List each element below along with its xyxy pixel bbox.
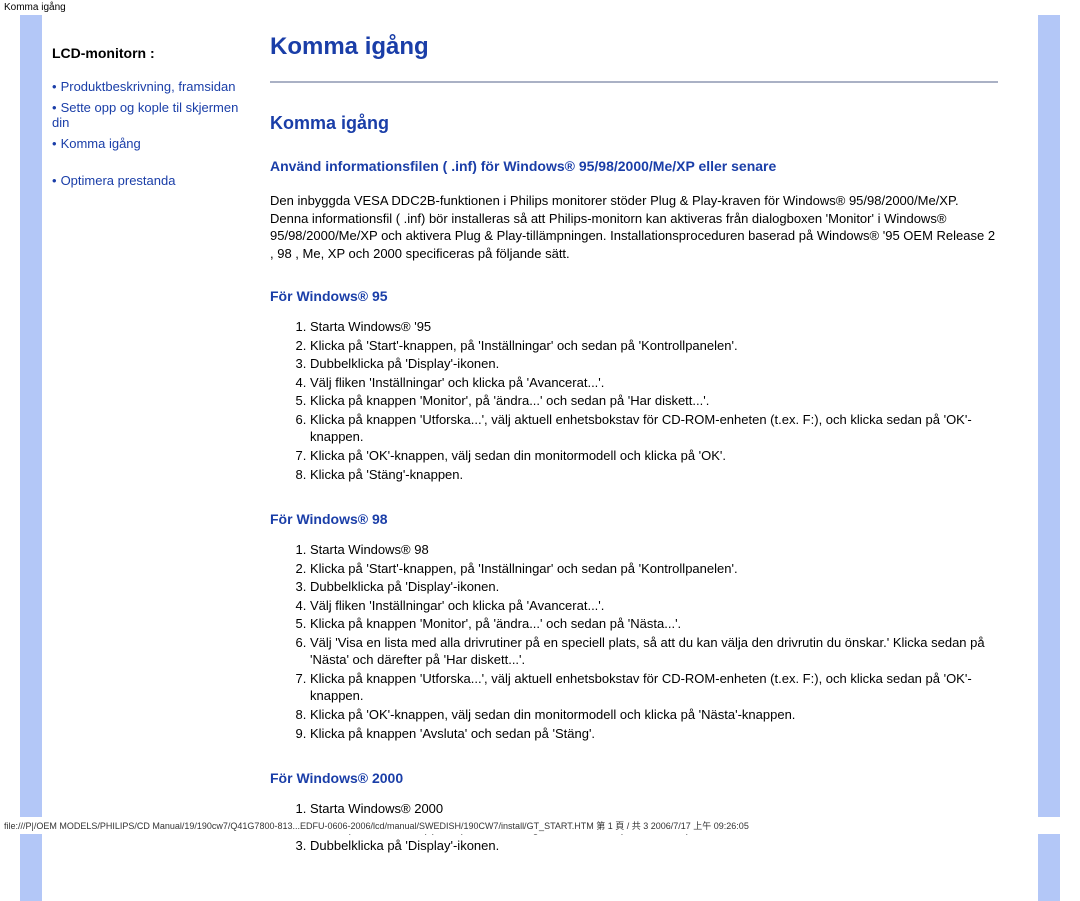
step-item: Klicka på knappen 'Avsluta' och sedan på…	[310, 725, 998, 743]
step-item: Välj 'Visa en lista med alla drivrutiner…	[310, 634, 998, 669]
right-accent-bar	[1038, 15, 1060, 901]
section-title: Komma igång	[270, 113, 998, 134]
page-title: Komma igång	[270, 33, 998, 61]
step-item: Starta Windows® '95	[310, 318, 998, 336]
sidebar-link-optimera[interactable]: Optimera prestanda	[61, 173, 176, 188]
footer-file-path: file:///P|/OEM MODELS/PHILIPS/CD Manual/…	[0, 817, 1080, 834]
left-accent-bar	[20, 15, 42, 901]
bullet-icon: •	[52, 136, 57, 151]
step-item: Klicka på knappen 'Utforska...', välj ak…	[310, 670, 998, 705]
windows-95-section: För Windows® 95 Starta Windows® '95 Klic…	[270, 288, 998, 483]
header-breadcrumb: Komma igång	[0, 0, 1080, 15]
sidebar-spacer	[52, 157, 252, 167]
step-item: Klicka på knappen 'Monitor', på 'ändra..…	[310, 615, 998, 633]
step-item: Dubbelklicka på 'Display'-ikonen.	[310, 355, 998, 373]
bullet-icon: •	[52, 79, 57, 94]
windows-2000-section: För Windows® 2000 Starta Windows® 2000 K…	[270, 770, 998, 855]
step-item: Starta Windows® 2000	[310, 800, 998, 818]
sidebar-heading: LCD-monitorn :	[52, 45, 252, 61]
sidebar-item: • Komma igång	[52, 136, 252, 151]
bullet-icon: •	[52, 173, 57, 188]
sidebar-link-komma-igang[interactable]: Komma igång	[61, 136, 141, 151]
step-item: Starta Windows® 98	[310, 541, 998, 559]
bullet-icon: •	[52, 100, 57, 115]
step-item: Klicka på 'Start'-knappen, på 'Inställni…	[310, 560, 998, 578]
sidebar-item: • Optimera prestanda	[52, 173, 252, 188]
sidebar: LCD-monitorn : • Produktbeskrivning, fram…	[42, 15, 262, 901]
step-item: Dubbelklicka på 'Display'-ikonen.	[310, 578, 998, 596]
page-body: LCD-monitorn : • Produktbeskrivning, fram…	[0, 15, 1080, 901]
sidebar-nav: •Produktbeskrivning, framsidan •Sette op…	[52, 79, 252, 188]
step-item: Klicka på 'Start'-knappen, på 'Inställni…	[310, 337, 998, 355]
windows-98-section: För Windows® 98 Starta Windows® 98 Klick…	[270, 511, 998, 742]
step-item: Dubbelklicka på 'Display'-ikonen.	[310, 837, 998, 855]
sidebar-link-produktbeskrivning[interactable]: Produktbeskrivning, framsidan	[61, 79, 236, 94]
steps-win95: Starta Windows® '95 Klicka på 'Start'-kn…	[270, 318, 998, 483]
section-label-win98: För Windows® 98	[270, 511, 998, 527]
sidebar-link-sette-opp[interactable]: Sette opp og kople til skjermen din	[52, 100, 238, 130]
section-label-win95: För Windows® 95	[270, 288, 998, 304]
steps-win98: Starta Windows® 98 Klicka på 'Start'-kna…	[270, 541, 998, 742]
step-item: Klicka på 'OK'-knappen, välj sedan din m…	[310, 706, 998, 724]
sidebar-item: • Produktbeskrivning, framsidan	[52, 79, 252, 94]
step-item: Klicka på 'OK'-knappen, välj sedan din m…	[310, 447, 998, 465]
horizontal-rule	[270, 81, 998, 83]
section-subhead: Använd informationsfilen ( .inf) för Win…	[270, 158, 998, 174]
step-item: Välj fliken 'Inställningar' och klicka p…	[310, 597, 998, 615]
step-item: Klicka på 'Stäng'-knappen.	[310, 466, 998, 484]
sidebar-item: •Sette opp og kople til skjermen din	[52, 100, 252, 130]
section-label-win2000: För Windows® 2000	[270, 770, 998, 786]
step-item: Klicka på knappen 'Utforska...', välj ak…	[310, 411, 998, 446]
intro-paragraph: Den inbyggda VESA DDC2B-funktionen i Phi…	[270, 192, 998, 262]
step-item: Klicka på knappen 'Monitor', på 'ändra..…	[310, 392, 998, 410]
step-item: Välj fliken 'Inställningar' och klicka p…	[310, 374, 998, 392]
main-content: Komma igång Komma igång Använd informati…	[262, 15, 1038, 901]
